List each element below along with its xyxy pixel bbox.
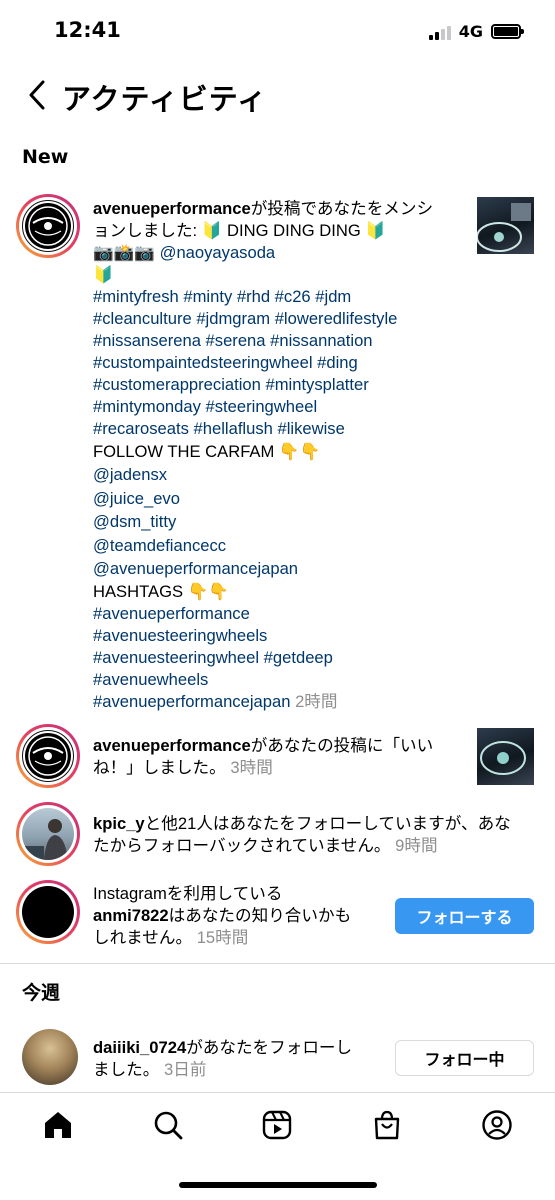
home-indicator[interactable] bbox=[179, 1182, 377, 1188]
tab-search[interactable] bbox=[150, 1107, 186, 1143]
person-photo-icon bbox=[22, 819, 68, 860]
section-this-week: 今週 bbox=[22, 982, 61, 1004]
notification-followed[interactable]: daiiiki_0724があなたをフォローし ました。 3日前 bbox=[93, 1037, 383, 1081]
divider bbox=[0, 963, 555, 964]
following-button[interactable]: フォロー中 bbox=[395, 1040, 534, 1076]
hashtag-list: #mintyfresh #minty #rhd #c26 #jdm #clean… bbox=[93, 287, 398, 438]
username[interactable]: avenueperformance bbox=[93, 736, 251, 755]
avatar[interactable] bbox=[16, 724, 80, 788]
avenue-logo-icon bbox=[25, 203, 71, 249]
tab-home[interactable] bbox=[40, 1107, 76, 1143]
notification-mention[interactable]: avenueperformanceが投稿であなたをメンシ ョンしました: 🔰 D… bbox=[93, 198, 463, 713]
network-type: 4G bbox=[458, 22, 483, 41]
notification-like[interactable]: avenueperformanceがあなたの投稿に「いい ね！」しました。 3時… bbox=[93, 735, 463, 779]
reels-icon bbox=[262, 1110, 292, 1140]
timestamp: 2時間 bbox=[295, 691, 338, 711]
page-title: アクティビティ bbox=[62, 82, 268, 116]
follow-button[interactable]: フォローする bbox=[395, 898, 534, 934]
notification-suggestion[interactable]: Instagramを利用している anmi7822はあなたの知り合いかも しれま… bbox=[93, 883, 383, 949]
username[interactable]: daiiiki_0724 bbox=[93, 1038, 186, 1057]
timestamp: 15時間 bbox=[196, 928, 249, 947]
steering-wheel-thumbnail bbox=[477, 203, 531, 252]
post-thumbnail[interactable] bbox=[477, 197, 534, 254]
notification-follow[interactable]: kpic_yと他21人はあなたをフォローしていますが、あな たからフォローバック… bbox=[93, 813, 533, 857]
avatar[interactable] bbox=[16, 880, 80, 944]
section-new: New bbox=[22, 146, 69, 168]
mention-list: @jadensx @juice_evo @dsm_titty @teamdefi… bbox=[93, 465, 299, 578]
avatar[interactable] bbox=[22, 1029, 78, 1085]
avatar[interactable] bbox=[16, 802, 80, 866]
status-bar: 12:41 4G bbox=[0, 0, 555, 62]
header: アクティビティ bbox=[0, 70, 555, 120]
back-button[interactable] bbox=[22, 78, 52, 112]
steering-wheel-thumbnail bbox=[480, 741, 526, 775]
status-indicators: 4G bbox=[428, 22, 524, 41]
username[interactable]: kpic_y bbox=[93, 814, 145, 833]
tab-reels[interactable] bbox=[259, 1107, 295, 1143]
timestamp: 3日前 bbox=[164, 1060, 207, 1079]
tab-shop[interactable] bbox=[369, 1107, 405, 1143]
post-thumbnail[interactable] bbox=[477, 728, 534, 785]
battery-icon bbox=[491, 24, 524, 39]
chevron-left-icon bbox=[29, 80, 45, 110]
home-icon bbox=[45, 1112, 71, 1138]
tab-profile[interactable] bbox=[479, 1107, 515, 1143]
hashtag-list-2: #avenueperformance #avenuesteeringwheels… bbox=[93, 603, 338, 711]
timestamp: 9時間 bbox=[395, 836, 438, 855]
search-icon bbox=[154, 1111, 183, 1140]
signal-icon bbox=[428, 24, 451, 40]
profile-icon bbox=[482, 1110, 512, 1140]
status-time: 12:41 bbox=[54, 18, 121, 42]
username[interactable]: avenueperformance bbox=[93, 199, 251, 218]
shop-icon bbox=[374, 1110, 400, 1140]
username[interactable]: anmi7822 bbox=[93, 906, 169, 925]
avatar[interactable] bbox=[16, 194, 80, 258]
timestamp: 3時間 bbox=[230, 758, 273, 777]
avenue-logo-icon bbox=[25, 733, 71, 779]
